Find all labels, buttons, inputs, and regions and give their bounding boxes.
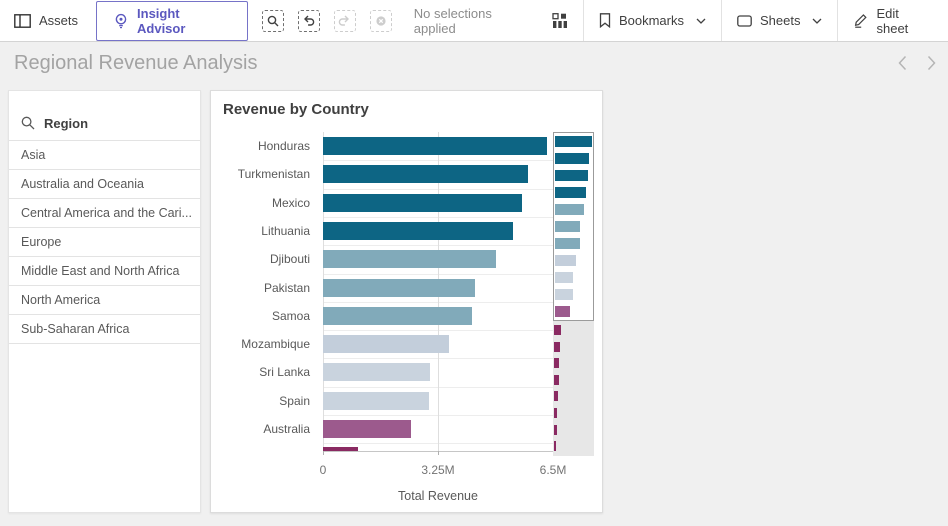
- chart-title: Revenue by Country: [223, 101, 369, 118]
- category-label: Pakistan: [211, 274, 310, 302]
- bar-honduras[interactable]: [323, 137, 547, 155]
- category-label: Mexico: [211, 189, 310, 217]
- next-sheet-icon[interactable]: [927, 55, 936, 71]
- minimap-bar: [555, 306, 570, 317]
- minimap-hidden-bar: [554, 441, 556, 451]
- grid-icon: [552, 13, 568, 28]
- listbox-title: Region: [44, 116, 88, 131]
- bar-mexico[interactable]: [323, 194, 522, 212]
- insight-advisor-label: Insight Advisor: [137, 6, 231, 36]
- previous-sheet-icon[interactable]: [898, 55, 907, 71]
- app-overview-button[interactable]: [537, 0, 583, 41]
- lightbulb-icon: [113, 13, 129, 29]
- search-icon: [21, 116, 35, 130]
- listbox-item[interactable]: Middle East and North Africa: [9, 256, 200, 285]
- listbox-item[interactable]: Sub-Saharan Africa: [9, 314, 200, 344]
- selection-tools: [262, 10, 392, 32]
- category-label: Turkmenistan: [211, 160, 310, 188]
- category-label: Sri Lanka: [211, 358, 310, 386]
- minimap-viewport[interactable]: [553, 132, 594, 321]
- edit-sheet-button[interactable]: Edit sheet: [837, 0, 948, 41]
- pencil-icon: [853, 13, 868, 28]
- minimap-hidden-bar: [554, 325, 561, 335]
- sheet-navigation: [898, 42, 936, 84]
- bar-turkmenistan[interactable]: [323, 165, 528, 183]
- clear-selections-icon[interactable]: [370, 10, 392, 32]
- sheet-title: Regional Revenue Analysis: [0, 52, 258, 75]
- category-label: Mozambique: [211, 330, 310, 358]
- sheets-button[interactable]: Sheets: [721, 0, 837, 41]
- selections-tool-icon[interactable]: [262, 10, 284, 32]
- toolbar-right: Bookmarks Sheets Edit sheet: [537, 0, 948, 41]
- chevron-down-icon: [812, 18, 822, 24]
- assets-panel-icon: [14, 14, 31, 28]
- bar-sri-lanka[interactable]: [323, 363, 430, 381]
- insight-advisor-button[interactable]: Insight Advisor: [96, 1, 248, 41]
- minimap-bar: [555, 170, 588, 181]
- listbox-item[interactable]: Australia and Oceania: [9, 169, 200, 198]
- x-tick-mark: [323, 451, 324, 455]
- minimap-hidden-bar: [554, 425, 557, 435]
- app-window: Assets Insight Advisor No selections app…: [0, 0, 948, 526]
- category-label: Honduras: [211, 132, 310, 160]
- minimap-bar: [555, 153, 589, 164]
- edit-sheet-label: Edit sheet: [876, 6, 933, 36]
- bar-australia[interactable]: [323, 420, 411, 438]
- selections-status: No selections applied: [414, 6, 537, 36]
- chevron-down-icon: [696, 18, 706, 24]
- bar-samoa[interactable]: [323, 307, 472, 325]
- x-tick-label: 3.25M: [421, 463, 454, 477]
- bookmarks-button[interactable]: Bookmarks: [583, 0, 721, 41]
- sheets-label: Sheets: [760, 13, 800, 28]
- listbox-item[interactable]: Europe: [9, 227, 200, 256]
- revenue-by-country-chart: Revenue by Country HondurasTurkmenistanM…: [210, 90, 603, 513]
- sheet-icon: [737, 14, 752, 28]
- minimap-bar: [555, 136, 592, 147]
- bookmarks-label: Bookmarks: [619, 13, 684, 28]
- minimap-bar: [555, 289, 573, 300]
- minimap-bar: [555, 221, 580, 232]
- listbox-item[interactable]: Asia: [9, 140, 200, 169]
- bar-spain[interactable]: [323, 392, 429, 410]
- minimap-track[interactable]: [553, 321, 594, 456]
- minimap-hidden-bar: [554, 391, 558, 401]
- sheet-header: Regional Revenue Analysis: [0, 42, 948, 84]
- minimap-bar: [555, 204, 584, 215]
- assets-button[interactable]: Assets: [0, 0, 96, 41]
- top-toolbar: Assets Insight Advisor No selections app…: [0, 0, 948, 42]
- bookmark-icon: [599, 13, 611, 28]
- listbox-item[interactable]: Central America and the Cari...: [9, 198, 200, 227]
- minimap-bar: [555, 187, 586, 198]
- minimap-hidden-bar: [554, 375, 559, 385]
- x-axis-title: Total Revenue: [323, 489, 553, 503]
- minimap-bar: [555, 272, 573, 283]
- x-tick-label: 6.5M: [540, 463, 567, 477]
- plot-area: [323, 132, 553, 451]
- minimap-bar: [555, 255, 576, 266]
- region-listbox: Region AsiaAustralia and OceaniaCentral …: [8, 90, 201, 513]
- category-label: Djibouti: [211, 245, 310, 273]
- minimap-bar: [555, 238, 580, 249]
- category-label: Australia: [211, 415, 310, 443]
- listbox-header[interactable]: Region: [9, 91, 200, 138]
- chart-scrollbar-minimap[interactable]: [553, 132, 594, 456]
- bar-djibouti[interactable]: [323, 250, 496, 268]
- bar-mozambique[interactable]: [323, 335, 449, 353]
- category-label: Spain: [211, 387, 310, 415]
- assets-label: Assets: [39, 13, 78, 28]
- minimap-hidden-bar: [554, 408, 557, 418]
- step-forward-icon[interactable]: [334, 10, 356, 32]
- x-tick-mark: [438, 451, 439, 455]
- minimap-hidden-bar: [554, 342, 560, 352]
- bar-lithuania[interactable]: [323, 222, 513, 240]
- category-label: Lithuania: [211, 217, 310, 245]
- minimap-hidden-bar: [554, 358, 559, 368]
- bar-pakistan[interactable]: [323, 279, 475, 297]
- listbox-item[interactable]: North America: [9, 285, 200, 314]
- x-tick-label: 0: [320, 463, 327, 477]
- category-label: Samoa: [211, 302, 310, 330]
- step-back-icon[interactable]: [298, 10, 320, 32]
- region-listbox-items: AsiaAustralia and OceaniaCentral America…: [9, 140, 200, 344]
